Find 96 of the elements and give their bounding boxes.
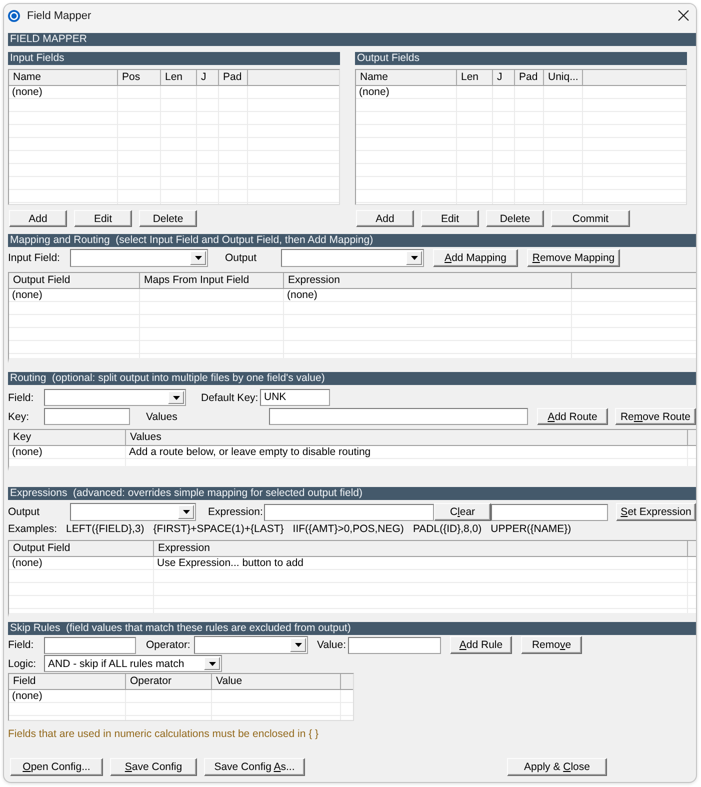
field-label: Operator: xyxy=(146,639,190,651)
add-rule-button[interactable]: Add Rule xyxy=(450,636,512,654)
text-field[interactable] xyxy=(264,504,434,520)
save-config-as-button[interactable]: Save Config As... xyxy=(204,758,305,776)
commit-button[interactable]: Commit xyxy=(551,210,630,227)
example-expression: {FIRST}+SPACE(1)+{LAST} xyxy=(153,523,284,536)
caret-icon xyxy=(406,251,422,265)
example-expression: IIF({AMT}>0,POS,NEG) xyxy=(292,523,404,536)
column-header[interactable]: Value xyxy=(212,674,341,689)
caret-icon xyxy=(178,505,194,519)
dropdown[interactable] xyxy=(44,389,186,406)
field-label: Default Key: xyxy=(201,392,258,404)
caret-icon xyxy=(190,251,206,265)
table-cell-text: Add a route below, or leave empty to disable routing xyxy=(128,446,372,459)
table-cell-text: (none) xyxy=(358,86,390,99)
text-field[interactable] xyxy=(44,636,136,654)
field-label: Logic: xyxy=(8,658,36,670)
examples-label: Examples: xyxy=(8,523,58,536)
field-label: Output xyxy=(8,506,40,518)
hint-text: Fields that are used in numeric calculations must be enclosed in { } xyxy=(8,728,320,741)
column-header[interactable]: Expression xyxy=(154,541,688,556)
clear-button[interactable]: Clear xyxy=(434,503,491,521)
text-field[interactable] xyxy=(44,408,130,425)
field-label: Key: xyxy=(8,410,30,422)
save-config-button[interactable]: Save Config xyxy=(110,758,197,776)
close-icon[interactable] xyxy=(678,10,689,21)
caret-icon xyxy=(204,657,220,670)
section-header: Expressions (advanced: overrides simple mapping for selected output field) xyxy=(8,487,696,500)
remove-mapping-button[interactable]: Remove Mapping xyxy=(527,249,620,267)
table-cell-text: Use Expression... button to add xyxy=(156,557,305,570)
column-header[interactable]: Output Field xyxy=(9,541,154,556)
table-cell-text: (none) xyxy=(286,289,318,302)
dropdown[interactable] xyxy=(70,249,208,267)
section-header: Mapping and Routing (select Input Field and Output Field, then Add Mapping) xyxy=(8,234,696,247)
add-route-button[interactable]: Add Route xyxy=(537,408,608,425)
field-label: Input Field: xyxy=(8,252,60,264)
dropdown[interactable] xyxy=(70,503,196,521)
caret-icon xyxy=(290,638,306,652)
caret-icon xyxy=(168,391,184,404)
column-header[interactable]: Len xyxy=(457,70,493,85)
add-mapping-button[interactable]: Add Mapping xyxy=(433,249,518,267)
dropdown[interactable] xyxy=(281,249,424,267)
example-expression: PADL({ID},8,0) xyxy=(412,523,482,536)
section-header: Output Fields xyxy=(355,52,687,65)
remove-route-button[interactable]: Remove Route xyxy=(615,408,696,425)
edit-button[interactable]: Edit xyxy=(74,210,132,227)
column-header[interactable]: Pad xyxy=(515,70,544,85)
set-expression-button[interactable]: Set Expression xyxy=(616,503,696,521)
text-field[interactable] xyxy=(348,636,441,654)
column-header[interactable]: Len xyxy=(161,70,197,85)
column-header[interactable]: Output Field xyxy=(9,273,140,288)
open-config-button[interactable]: Open Config... xyxy=(10,758,103,776)
apply-close-button[interactable]: Apply & Close xyxy=(507,758,607,776)
column-header[interactable]: Name xyxy=(356,70,457,85)
column-header[interactable]: Uniq... xyxy=(544,70,583,85)
field-label: Field: xyxy=(8,392,34,404)
column-header[interactable]: Values xyxy=(126,430,688,445)
column-header[interactable]: Pos xyxy=(118,70,161,85)
column-header[interactable]: J xyxy=(197,70,219,85)
column-header[interactable]: Operator xyxy=(126,674,212,689)
add-button[interactable]: Add xyxy=(9,210,67,227)
field-label: Value: xyxy=(317,639,346,651)
field-label: Expression: xyxy=(208,506,263,518)
edit-button[interactable]: Edit xyxy=(421,210,479,227)
column-header[interactable]: Expression xyxy=(284,273,572,288)
table-cell-text: (none) xyxy=(11,446,44,459)
target-icon xyxy=(8,10,20,22)
dropdown[interactable] xyxy=(194,636,308,654)
field-label: Values xyxy=(146,410,178,422)
text-field[interactable] xyxy=(269,408,528,425)
table-cell-text: (none) xyxy=(11,557,44,570)
delete-button[interactable]: Delete xyxy=(139,210,197,227)
window-title: Field Mapper xyxy=(27,10,92,22)
column-header[interactable]: J xyxy=(493,70,515,85)
section-header: Input Fields xyxy=(8,52,340,65)
add-button[interactable]: Add xyxy=(356,210,414,227)
column-header[interactable]: Maps From Input Field xyxy=(140,273,284,288)
section-header: Routing (optional: split output into multiple files by one field's value) xyxy=(8,372,696,385)
column-header[interactable]: Key xyxy=(9,430,126,445)
example-expression: UPPER({NAME}) xyxy=(490,523,572,536)
column-header[interactable]: Pad xyxy=(219,70,248,85)
section-header: Skip Rules (field values that match these rules are excluded from output) xyxy=(8,622,696,635)
dropdown[interactable]: AND - skip if ALL rules match xyxy=(44,655,222,672)
field-label: Output xyxy=(225,252,257,264)
table-cell-text: (none) xyxy=(11,289,44,302)
example-expression: LEFT({FIELD},3) xyxy=(66,523,144,536)
text-field[interactable]: UNK xyxy=(260,389,330,406)
section-header: FIELD MAPPER xyxy=(8,33,696,46)
table-cell-text: (none) xyxy=(11,690,44,703)
text-field[interactable] xyxy=(491,504,608,520)
delete-button[interactable]: Delete xyxy=(486,210,544,227)
remove-button[interactable]: Remove xyxy=(521,636,582,654)
table-cell-text: (none) xyxy=(11,86,44,99)
field-label: Field: xyxy=(8,639,34,651)
column-header[interactable]: Name xyxy=(9,70,118,85)
column-header[interactable]: Field xyxy=(9,674,126,689)
